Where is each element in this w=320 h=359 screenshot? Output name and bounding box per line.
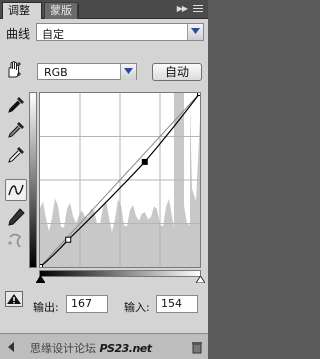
- white-point-slider[interactable]: [196, 276, 205, 283]
- curve-tool-icon[interactable]: [5, 179, 27, 201]
- output-gradient-bar: [29, 92, 37, 268]
- preset-value: 自定: [42, 28, 64, 41]
- watermark-text: 思缘设计论坛: [30, 342, 96, 355]
- watermark-site: PS23.net: [99, 342, 153, 355]
- tab-separator: [78, 4, 79, 17]
- input-label: 输入:: [124, 301, 150, 314]
- panel-tab-bar: 调整 蒙版 ▶▶: [0, 0, 208, 19]
- bottom-toolbar: 思缘设计论坛 PS23.net: [0, 333, 208, 359]
- trash-icon[interactable]: [190, 340, 204, 354]
- curve-control-point[interactable]: [40, 264, 43, 268]
- eyedropper-white-icon[interactable]: [5, 144, 27, 166]
- smooth-icon[interactable]: [5, 229, 27, 251]
- curve-control-point[interactable]: [197, 93, 201, 96]
- channel-value: RGB: [44, 66, 68, 79]
- auto-button[interactable]: 自动: [152, 63, 202, 81]
- preset-label: 曲线: [6, 27, 31, 41]
- output-field[interactable]: 167: [66, 295, 108, 313]
- tab-adjustments[interactable]: 调整: [2, 2, 42, 19]
- pencil-icon[interactable]: [5, 206, 27, 228]
- curve-svg[interactable]: [40, 93, 200, 267]
- black-point-slider[interactable]: [36, 276, 45, 283]
- collapse-panel-icon[interactable]: ▶▶: [177, 4, 188, 13]
- eyedropper-gray-icon[interactable]: [5, 119, 27, 141]
- output-label: 输出:: [33, 301, 59, 314]
- preset-dropdown[interactable]: 自定: [36, 23, 204, 41]
- curve-control-point[interactable]: [65, 236, 72, 243]
- curve-control-point[interactable]: [141, 158, 148, 165]
- clipping-warning-icon[interactable]: [5, 291, 23, 307]
- input-field[interactable]: 154: [156, 295, 198, 313]
- back-arrow-icon[interactable]: [4, 340, 18, 354]
- watermark: 思缘设计论坛 PS23.net: [30, 340, 152, 356]
- chevron-down-icon[interactable]: [187, 24, 203, 40]
- hand-target-icon[interactable]: [4, 60, 24, 80]
- input-gradient-bar: [39, 270, 201, 277]
- curve-graph[interactable]: [39, 92, 201, 268]
- curves-panel: 曲线 自定 RGB 自动 输出: 167 输入: 154: [0, 19, 208, 333]
- chevron-down-icon[interactable]: [120, 64, 136, 80]
- channel-dropdown[interactable]: RGB: [37, 63, 137, 80]
- panel-menu-icon[interactable]: [191, 3, 205, 15]
- tab-masks[interactable]: 蒙版: [44, 2, 78, 19]
- eyedropper-black-icon[interactable]: [5, 94, 27, 116]
